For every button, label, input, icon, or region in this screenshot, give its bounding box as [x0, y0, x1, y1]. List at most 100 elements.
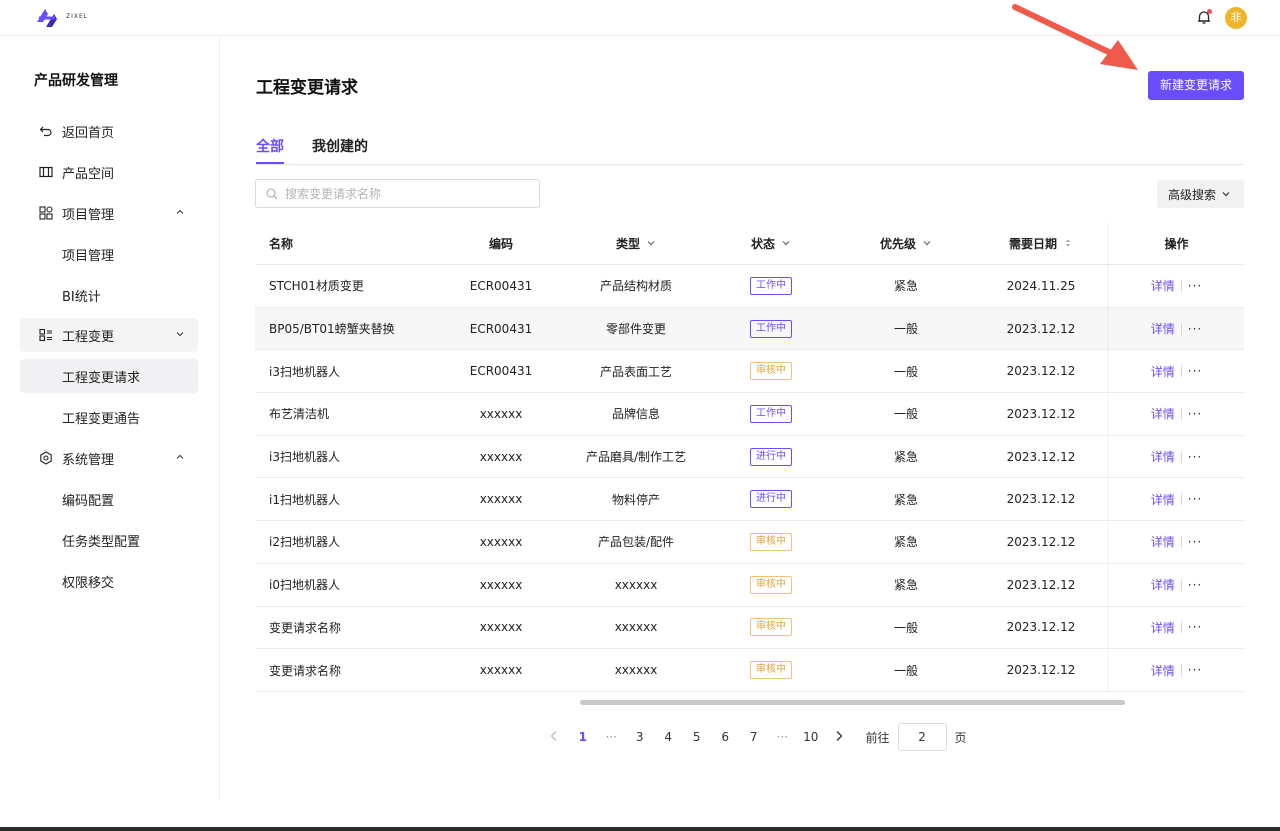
zixel-logo[interactable] [34, 5, 60, 31]
table-row[interactable]: i1扫地机器人 xxxxxx 物料停产 进行中 紧急 2023.12.12 详情 ··· [255, 478, 1244, 522]
column-header-date[interactable]: 需要日期 [981, 222, 1101, 264]
more-icon[interactable]: ··· [1188, 322, 1202, 336]
page-title: 工程变更请求 [256, 78, 358, 98]
table-row[interactable]: STCH01材质变更 ECR00431 产品结构材质 工作中 紧急 2024.11.25 详… [255, 265, 1244, 308]
detail-link[interactable]: 详情 [1151, 576, 1175, 593]
action-divider [1180, 621, 1182, 634]
more-icon[interactable]: ··· [1188, 578, 1202, 592]
page-number[interactable]: 3 [626, 730, 655, 744]
page-number[interactable]: 7 [740, 730, 769, 744]
sidebar-item-ecn[interactable]: 工程变更通告 [20, 400, 198, 434]
more-icon[interactable]: ··· [1188, 407, 1202, 421]
cell-name: i0扫地机器人 [269, 578, 340, 593]
sidebar-item-label: 工程变更请求 [62, 370, 141, 386]
page-ellipsis[interactable]: ··· [597, 730, 626, 744]
horizontal-scrollbar[interactable] [580, 700, 1125, 705]
sidebar-item-project-mgmt[interactable]: 项目管理 [20, 196, 198, 230]
search-input[interactable] [285, 184, 530, 204]
detail-link[interactable]: 详情 [1151, 662, 1175, 679]
page-number[interactable]: 10 [797, 730, 826, 744]
cell-type: xxxxxx [614, 620, 658, 635]
detail-link[interactable]: 详情 [1151, 405, 1175, 422]
filter-chevron-icon[interactable] [781, 238, 791, 248]
sidebar-item-label: 产品空间 [62, 166, 115, 182]
status-badge: 审核中 [750, 661, 792, 680]
page-number[interactable]: 6 [711, 730, 740, 744]
sidebar-item-permission-transfer[interactable]: 权限移交 [20, 564, 198, 598]
table-row[interactable]: BP05/BT01螃蟹夹替换 ECR00431 零部件变更 工作中 一般 2023.12.… [255, 307, 1244, 351]
detail-link[interactable]: 详情 [1151, 277, 1175, 294]
column-header-type[interactable]: 类型 [571, 222, 701, 264]
cell-actions: 详情 ··· [1109, 649, 1244, 691]
detail-link[interactable]: 详情 [1151, 363, 1175, 380]
avatar[interactable]: 非 [1225, 7, 1247, 29]
cell-type: 产品表面工艺 [599, 364, 672, 379]
more-icon[interactable]: ··· [1188, 450, 1202, 464]
table-row[interactable]: 变更请求名称 xxxxxx xxxxxx 审核中 一般 2023.12.12 详情 ··· [255, 649, 1244, 692]
sidebar-item-code-config[interactable]: 编码配置 [20, 482, 198, 516]
more-icon[interactable]: ··· [1188, 620, 1202, 634]
table-row[interactable]: i0扫地机器人 xxxxxx xxxxxx 审核中 紧急 2023.12.12 详情 ··· [255, 563, 1244, 607]
table-body: STCH01材质变更 ECR00431 产品结构材质 工作中 紧急 2024.11.25 详… [255, 265, 1244, 692]
prev-page-icon[interactable] [540, 730, 569, 745]
table-row[interactable]: i3扫地机器人 xxxxxx 产品磨具/制作工艺 进行中 紧急 2023.12.12 详情 ·… [255, 435, 1244, 479]
more-icon[interactable]: ··· [1188, 663, 1202, 677]
sidebar-item-home[interactable]: 返回首页 [20, 114, 198, 148]
search-box[interactable] [255, 179, 540, 208]
page-ellipsis[interactable]: ··· [768, 730, 797, 744]
cell-status: 进行中 [711, 436, 831, 478]
back-icon [38, 123, 54, 139]
sort-icon[interactable] [1063, 238, 1073, 248]
page-number[interactable]: 4 [654, 730, 683, 744]
cell-priority: 紧急 [893, 492, 918, 507]
cell-date: 2023.12.12 [1006, 663, 1076, 678]
cell-status: 审核中 [711, 564, 831, 606]
more-icon[interactable]: ··· [1188, 535, 1202, 549]
sidebar-item-system-mgmt[interactable]: 系统管理 [20, 441, 198, 475]
goto-page-input[interactable] [897, 723, 947, 751]
filter-chevron-icon[interactable] [922, 238, 932, 248]
more-icon[interactable]: ··· [1188, 492, 1202, 506]
cell-status: 审核中 [711, 607, 831, 649]
grid-icon [38, 205, 54, 221]
table-row[interactable]: i3扫地机器人 ECR00431 产品表面工艺 审核中 一般 2023.12.12 详情 ··… [255, 350, 1244, 394]
status-badge: 进行中 [750, 447, 792, 466]
detail-link[interactable]: 详情 [1151, 533, 1175, 550]
cell-priority: 紧急 [893, 535, 918, 550]
cell-actions: 详情 ··· [1109, 350, 1244, 393]
more-icon[interactable]: ··· [1188, 279, 1202, 293]
filter-chevron-icon[interactable] [646, 238, 656, 248]
cell-code: ECR00431 [469, 278, 533, 293]
sidebar-item-task-type-config[interactable]: 任务类型配置 [20, 523, 198, 557]
page-number[interactable]: 1 [569, 730, 598, 744]
table-row[interactable]: 变更请求名称 xxxxxx xxxxxx 审核中 一般 2023.12.12 详情 ··· [255, 606, 1244, 650]
cell-status: 审核中 [711, 350, 831, 392]
column-header-priority[interactable]: 优先级 [841, 222, 971, 264]
detail-link[interactable]: 详情 [1151, 320, 1175, 337]
advanced-search-label: 高级搜索 [1168, 187, 1217, 202]
sidebar-item-ecr[interactable]: 工程变更请求 [20, 359, 198, 393]
detail-link[interactable]: 详情 [1151, 448, 1175, 465]
logo-text: ZIXEL [66, 13, 89, 20]
advanced-search-button[interactable]: 高级搜索 [1157, 180, 1244, 208]
column-header-status[interactable]: 状态 [711, 222, 831, 264]
cell-code: xxxxxx [479, 663, 523, 678]
detail-link[interactable]: 详情 [1151, 619, 1175, 636]
sidebar-item-bi-stats[interactable]: BI统计 [20, 278, 198, 312]
page-number[interactable]: 5 [683, 730, 712, 744]
table-row[interactable]: 布艺清洁机 xxxxxx 品牌信息 工作中 一般 2023.12.12 详情 ··· [255, 393, 1244, 436]
sidebar-title: 产品研发管理 [34, 73, 118, 89]
sidebar-item-label: 项目管理 [62, 248, 115, 264]
detail-link[interactable]: 详情 [1151, 491, 1175, 508]
table-row[interactable]: i2扫地机器人 xxxxxx 产品包装/配件 审核中 紧急 2023.12.12 详情 ··· [255, 521, 1244, 564]
more-icon[interactable]: ··· [1188, 364, 1202, 378]
cell-date: 2023.12.12 [1006, 321, 1076, 336]
tab-created-by-me[interactable]: 我创建的 [312, 136, 368, 156]
goto-label: 前往 [865, 730, 890, 745]
tab-all[interactable]: 全部 [256, 136, 284, 156]
sidebar-item-product-space[interactable]: 产品空间 [20, 155, 198, 189]
next-page-icon[interactable] [825, 730, 854, 745]
new-change-request-button[interactable]: 新建变更请求 [1148, 71, 1244, 100]
sidebar-item-project-mgmt-sub[interactable]: 项目管理 [20, 237, 198, 271]
sidebar-item-engineering-change[interactable]: 工程变更 [20, 318, 198, 352]
